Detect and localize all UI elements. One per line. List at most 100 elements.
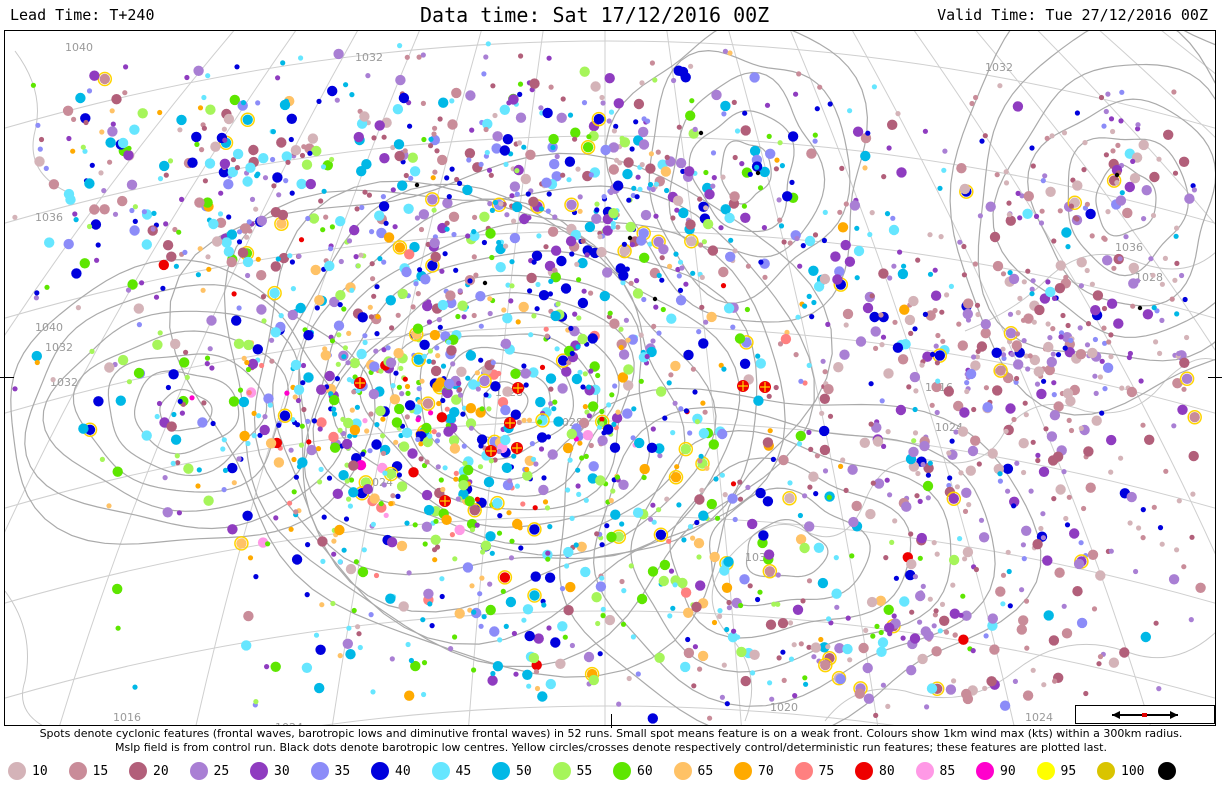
feature-spot: [1157, 350, 1163, 356]
feature-spot: [561, 366, 572, 377]
feature-spot: [521, 144, 527, 150]
feature-spot: [956, 163, 967, 174]
feature-spot: [764, 566, 775, 577]
feature-spot: [730, 324, 736, 330]
feature-spot: [1172, 170, 1179, 176]
feature-spot: [220, 446, 226, 452]
feature-spot: [469, 127, 475, 133]
feature-spot: [522, 604, 534, 615]
feature-spot: [415, 431, 422, 437]
feature-spot: [757, 589, 763, 595]
feature-spot: [739, 161, 745, 167]
feature-spot: [423, 588, 434, 599]
feature-spot: [156, 400, 163, 407]
feature-spot: [395, 312, 401, 318]
feature-spot: [179, 357, 190, 368]
feature-spot: [256, 413, 262, 419]
feature-spot: [1051, 392, 1057, 398]
feature-spot: [219, 158, 231, 169]
feature-spot: [883, 555, 889, 561]
feature-spot: [1129, 173, 1141, 184]
feature-spot: [659, 277, 665, 283]
feature-spot: [962, 556, 968, 562]
feature-spot: [336, 332, 342, 338]
feature-spot: [723, 303, 735, 314]
feature-spot: [620, 621, 627, 627]
feature-spot: [295, 302, 306, 314]
feature-spot: [879, 342, 885, 348]
feature-spot: [1029, 291, 1035, 297]
isobar-label: 1024: [275, 721, 303, 726]
feature-spot: [338, 258, 344, 265]
feature-spot: [288, 526, 294, 532]
feature-spot: [582, 371, 588, 377]
feature-spot: [1023, 412, 1029, 418]
feature-spot: [576, 277, 582, 283]
feature-spot: [412, 323, 424, 334]
feature-spot: [1168, 574, 1180, 585]
feature-spot: [937, 628, 943, 634]
feature-spot: [276, 422, 282, 428]
feature-spot: [890, 215, 896, 221]
feature-spot: [722, 48, 729, 54]
feature-spot: [476, 434, 488, 445]
feature-spot: [287, 500, 293, 506]
feature-spot: [287, 309, 298, 321]
feature-spot: [699, 274, 705, 280]
feature-spot: [98, 170, 104, 176]
feature-spot: [690, 366, 697, 372]
feature-spot: [417, 267, 423, 273]
feature-spot: [389, 394, 401, 405]
feature-spot: [176, 510, 182, 516]
feature-spot: [1011, 503, 1017, 509]
feature-spot: [444, 226, 450, 232]
feature-spot: [562, 442, 574, 454]
feature-spot: [193, 65, 204, 76]
feature-spot: [418, 456, 424, 462]
feature-spot: [1127, 350, 1133, 357]
feature-spot: [341, 438, 353, 450]
feature-spot: [883, 368, 894, 379]
feature-spot: [727, 493, 738, 504]
feature-spot: [838, 463, 844, 469]
feature-spot: [811, 654, 817, 660]
feature-spot: [747, 171, 753, 177]
feature-spot: [842, 308, 854, 320]
feature-spot: [771, 601, 777, 607]
feature-spot: [1061, 227, 1072, 238]
feature-spot: [538, 446, 545, 452]
legend-label: 100: [1121, 764, 1145, 779]
feature-spot: [895, 111, 901, 117]
feature-spot: [1041, 682, 1047, 688]
feature-spot: [548, 133, 559, 145]
feature-spot: [420, 274, 431, 285]
feature-spot: [500, 434, 511, 446]
feature-spot: [271, 183, 277, 189]
feature-spot: [316, 384, 327, 395]
feature-spot: [833, 362, 844, 373]
feature-spot: [1150, 212, 1157, 219]
feature-spot: [129, 124, 140, 135]
feature-spot: [711, 175, 717, 181]
feature-spot: [33, 295, 39, 301]
feature-spot: [50, 377, 56, 383]
feature-spot: [1075, 349, 1087, 360]
feature-spot: [362, 418, 368, 424]
feature-spot: [1128, 262, 1140, 273]
feature-spot: [320, 164, 327, 170]
feature-spot: [258, 153, 269, 164]
feature-spot: [600, 100, 606, 106]
feature-spot: [317, 426, 323, 432]
feature-spot: [236, 305, 242, 311]
feature-spot: [31, 350, 42, 362]
feature-spot: [162, 507, 173, 518]
feature-spot: [474, 370, 480, 376]
feature-spot: [1005, 403, 1016, 414]
feature-spot: [556, 112, 567, 124]
feature-spot: [962, 546, 974, 558]
feature-spot: [1009, 351, 1015, 358]
feature-spot: [305, 418, 311, 424]
feature-spot: [521, 417, 527, 423]
feature-spot: [680, 661, 691, 673]
feature-spot: [63, 238, 74, 250]
